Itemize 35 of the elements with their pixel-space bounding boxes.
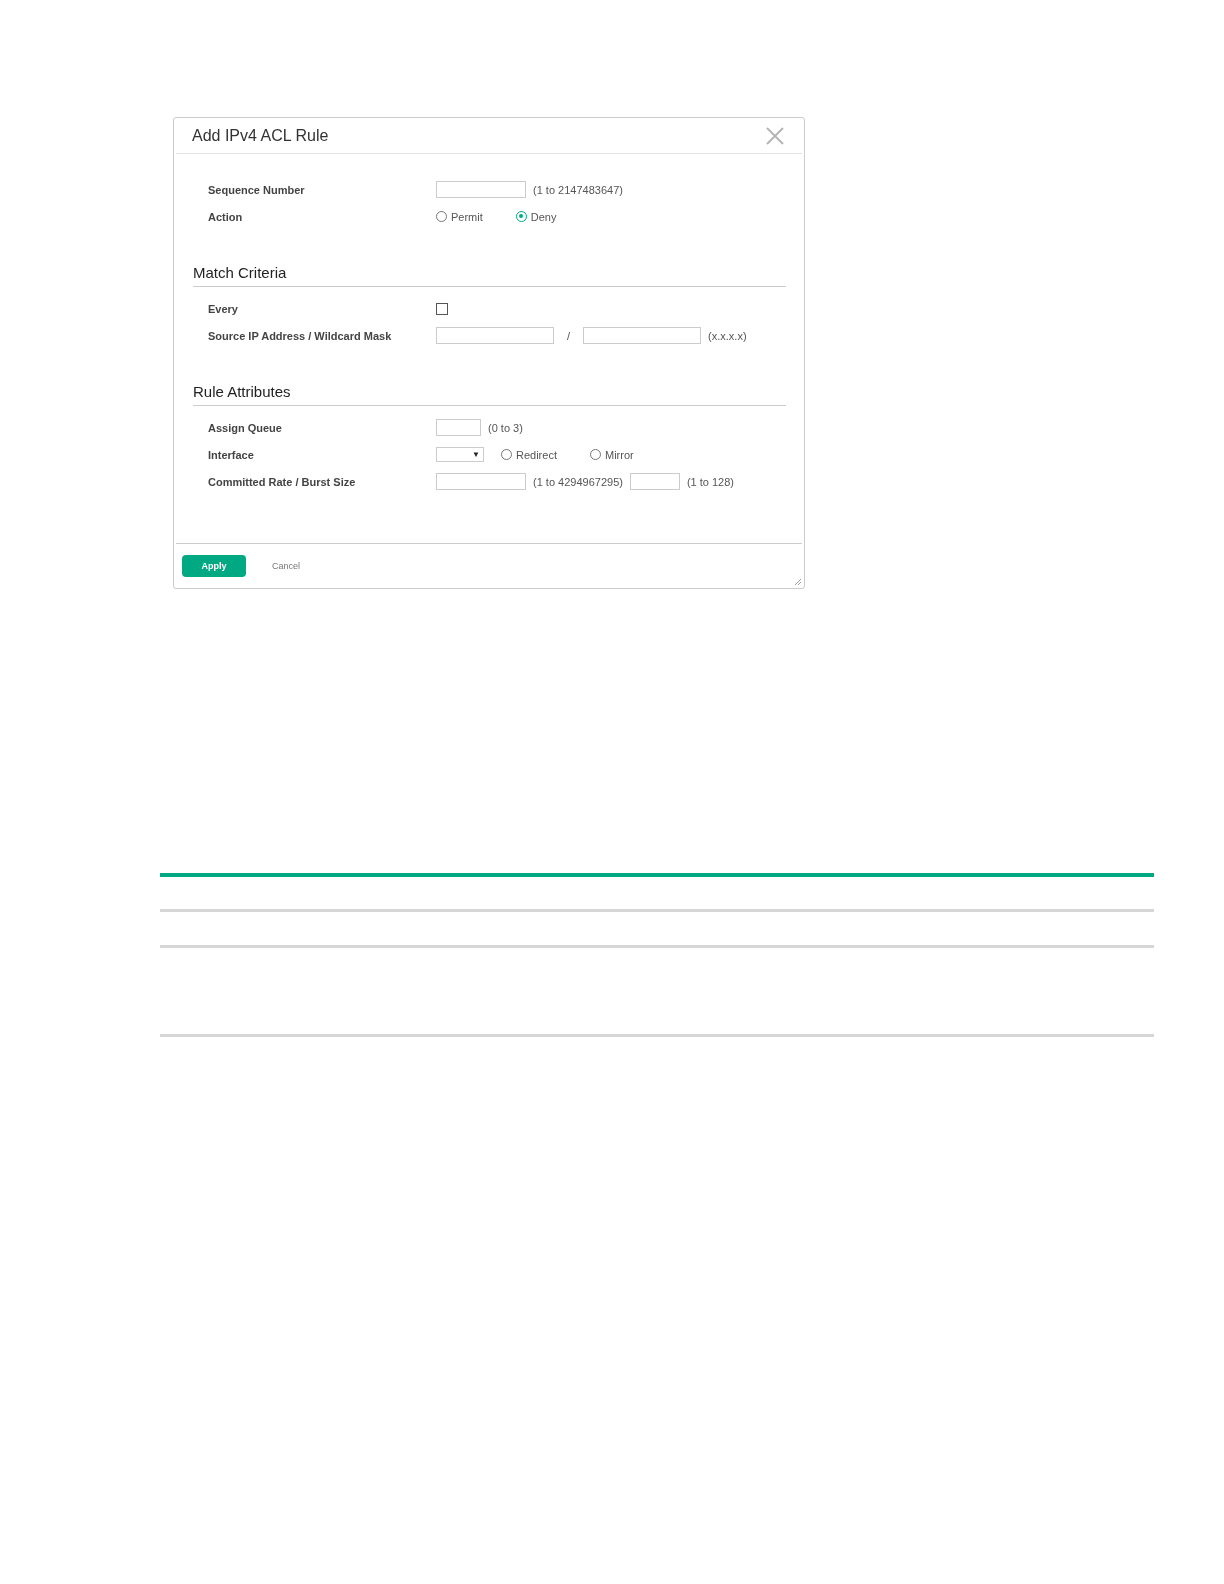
radio-option[interactable]: Permit bbox=[436, 210, 483, 223]
hint-text: (1 to 128) bbox=[686, 475, 734, 488]
field-label: Committed Rate / Burst Size bbox=[207, 475, 357, 488]
section-heading: Rule Attributes bbox=[193, 383, 786, 406]
radio-option[interactable]: Deny bbox=[515, 210, 557, 223]
hint-text: (x.x.x.x) bbox=[708, 329, 747, 342]
radio-option[interactable]: Mirror bbox=[589, 448, 634, 461]
dialog-title: Add IPv4 ACL Rule bbox=[192, 126, 329, 145]
resize-grip-icon[interactable] bbox=[794, 578, 802, 586]
section-heading: Match Criteria bbox=[193, 264, 786, 287]
hint-text: (0 to 3) bbox=[488, 421, 523, 434]
dropdown[interactable]: ▼ bbox=[436, 447, 484, 462]
hint-text: (1 to 2147483647) bbox=[533, 183, 623, 196]
input-field[interactable] bbox=[629, 473, 680, 490]
checkbox[interactable] bbox=[436, 302, 448, 315]
input-field[interactable] bbox=[436, 419, 481, 436]
cancel-button[interactable]: Cancel bbox=[266, 560, 306, 572]
input-field[interactable] bbox=[436, 327, 554, 344]
field-label: Sequence Number bbox=[207, 183, 306, 196]
field-label: Assign Queue bbox=[207, 421, 283, 434]
close-icon[interactable] bbox=[766, 126, 784, 145]
radio-label: Redirect bbox=[516, 448, 557, 461]
field-label: Every bbox=[207, 302, 239, 315]
field-label: Source IP Address / Wildcard Mask bbox=[207, 329, 393, 342]
separator-text: / bbox=[567, 329, 571, 342]
radio-label: Deny bbox=[530, 210, 557, 223]
input-field[interactable] bbox=[436, 473, 526, 490]
field-label: Interface bbox=[207, 448, 255, 461]
radio-option[interactable]: Redirect bbox=[501, 448, 557, 461]
input-field[interactable] bbox=[583, 327, 702, 344]
radio-label: Permit bbox=[451, 210, 483, 223]
input-field[interactable] bbox=[436, 181, 526, 198]
field-label: Action bbox=[207, 210, 244, 223]
radio-label: Mirror bbox=[604, 448, 634, 461]
hint-text: (1 to 4294967295) bbox=[533, 475, 623, 488]
